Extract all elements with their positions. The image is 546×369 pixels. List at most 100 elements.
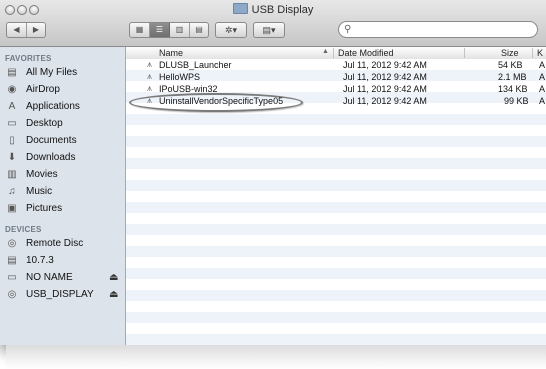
finder-window: USB Display ◀ ▶ ▦ ☰ ▥ ▤ ✲▾ ▤▾ ⚲ FAVORITE… xyxy=(0,0,546,345)
application-icon: ⩚ xyxy=(147,71,153,81)
file-name: DLUSB_Launcher xyxy=(159,60,232,70)
sidebar-item-desktop[interactable]: ▭ Desktop xyxy=(6,116,122,132)
file-date: Jul 11, 2012 9:42 AM xyxy=(343,60,427,70)
sidebar-item-label: Pictures xyxy=(26,203,63,214)
sidebar-item-applications[interactable]: A Applications xyxy=(6,99,122,115)
sidebar-item-airdrop[interactable]: ◉ AirDrop xyxy=(6,82,122,98)
sidebar-item-label: Downloads xyxy=(26,152,76,163)
arrange-menu-button[interactable]: ▤▾ xyxy=(253,22,285,38)
list-view-icon: ☰ xyxy=(155,25,164,34)
column-divider[interactable] xyxy=(333,48,334,58)
desktop-icon: ▭ xyxy=(7,118,17,129)
sidebar-item-label: USB_DISPLAY xyxy=(26,289,94,300)
arrange-icon: ▤▾ xyxy=(262,25,276,35)
disc-icon: ◎ xyxy=(7,289,17,300)
sidebar: FAVORITES ▤ All My Files ◉ AirDrop A App… xyxy=(0,47,126,345)
view-mode-control: ▦ ☰ ▥ ▤ xyxy=(129,22,209,38)
sidebar-item-label: Remote Disc xyxy=(26,238,84,249)
file-list: Name ▲ Date Modified Size K ⩚ DLUSB_Laun… xyxy=(126,47,546,345)
cover-flow-icon: ▤ xyxy=(195,25,203,34)
movies-icon: ▥ xyxy=(7,169,17,180)
sidebar-item-label: Music xyxy=(26,186,53,197)
documents-icon: ▯ xyxy=(9,135,15,146)
applications-icon: A xyxy=(8,101,16,112)
sidebar-item-10-7-3[interactable]: ▤ 10.7.3 xyxy=(6,253,122,269)
folder-icon xyxy=(232,3,248,14)
sidebar-item-label: Applications xyxy=(26,101,80,112)
sidebar-item-label: All My Files xyxy=(26,67,78,78)
file-date: Jul 11, 2012 9:42 AM xyxy=(343,72,427,82)
downloads-icon: ⬇ xyxy=(7,152,17,163)
column-header-date[interactable]: Date Modified xyxy=(338,48,394,58)
column-divider[interactable] xyxy=(532,48,533,58)
music-icon: ♫ xyxy=(8,186,16,197)
file-kind: A xyxy=(539,60,546,70)
sidebar-item-pictures[interactable]: ▣ Pictures xyxy=(6,201,122,217)
icon-view-icon: ▦ xyxy=(135,25,144,34)
sidebar-item-documents[interactable]: ▯ Documents xyxy=(6,133,122,149)
sort-ascending-icon: ▲ xyxy=(322,48,329,55)
file-name: HelloWPS xyxy=(159,72,201,82)
forward-button[interactable]: ▶ xyxy=(27,23,45,37)
list-view-button[interactable]: ☰ xyxy=(150,23,170,37)
sidebar-item-label: Documents xyxy=(26,135,77,146)
sidebar-item-all-my-files[interactable]: ▤ All My Files xyxy=(6,65,122,81)
drive-icon: ▭ xyxy=(7,272,17,283)
sidebar-item-label: Movies xyxy=(26,169,58,180)
file-row[interactable]: ⩚ DLUSB_Launcher Jul 11, 2012 9:42 AM 54… xyxy=(126,60,546,71)
eject-icon[interactable]: ⏏ xyxy=(109,287,118,303)
icon-view-button[interactable]: ▦ xyxy=(130,23,150,37)
sidebar-heading-devices: DEVICES xyxy=(5,225,42,234)
sidebar-item-label: 10.7.3 xyxy=(26,255,54,266)
sidebar-heading-favorites: FAVORITES xyxy=(5,54,52,63)
column-header-size[interactable]: Size xyxy=(501,48,519,58)
pictures-icon: ▣ xyxy=(7,203,17,214)
title-bar: USB Display ◀ ▶ ▦ ☰ ▥ ▤ ✲▾ ▤▾ ⚲ xyxy=(0,0,546,47)
column-header-kind[interactable]: K xyxy=(537,48,543,58)
chevron-right-icon: ▶ xyxy=(32,25,40,34)
sidebar-item-downloads[interactable]: ⬇ Downloads xyxy=(6,150,122,166)
application-icon: ⩚ xyxy=(147,59,153,69)
sidebar-item-label: Desktop xyxy=(26,118,63,129)
gear-icon: ✲▾ xyxy=(224,25,238,35)
search-input[interactable] xyxy=(355,23,530,36)
file-size: 99 KB xyxy=(504,96,529,106)
column-header-name[interactable]: Name xyxy=(159,48,183,58)
sidebar-item-label: NO NAME xyxy=(26,272,73,283)
sidebar-item-usb-display[interactable]: ◎ USB_DISPLAY ⏏ xyxy=(6,287,122,303)
highlight-oval xyxy=(129,93,303,112)
column-view-button[interactable]: ▥ xyxy=(170,23,190,37)
file-kind: A xyxy=(539,96,546,106)
file-kind: A xyxy=(539,84,546,94)
window-title-group: USB Display xyxy=(0,3,546,16)
file-date: Jul 11, 2012 9:42 AM xyxy=(343,84,427,94)
disc-icon: ◎ xyxy=(7,238,17,249)
file-row[interactable]: ⩚ HelloWPS Jul 11, 2012 9:42 AM 2.1 MB A xyxy=(126,72,546,83)
action-menu-button[interactable]: ✲▾ xyxy=(215,22,247,38)
cover-flow-button[interactable]: ▤ xyxy=(190,23,208,37)
sidebar-item-label: AirDrop xyxy=(26,84,60,95)
airdrop-icon: ◉ xyxy=(7,84,17,95)
search-icon: ⚲ xyxy=(344,24,352,35)
eject-icon[interactable]: ⏏ xyxy=(109,270,118,286)
file-size: 2.1 MB xyxy=(498,72,527,82)
application-icon: ⩚ xyxy=(147,83,153,93)
chevron-left-icon: ◀ xyxy=(13,25,20,34)
sidebar-item-music[interactable]: ♫ Music xyxy=(6,184,122,200)
disk-icon: ▤ xyxy=(7,255,17,266)
window-title: USB Display xyxy=(251,4,314,16)
search-field[interactable]: ⚲ xyxy=(338,21,538,38)
sidebar-item-remote-disc[interactable]: ◎ Remote Disc xyxy=(6,236,122,252)
file-size: 54 KB xyxy=(498,60,523,70)
sidebar-item-movies[interactable]: ▥ Movies xyxy=(6,167,122,183)
column-divider[interactable] xyxy=(464,48,465,58)
back-button[interactable]: ◀ xyxy=(7,23,27,37)
sidebar-item-no-name[interactable]: ▭ NO NAME ⏏ xyxy=(6,270,122,286)
file-kind: A xyxy=(539,72,546,82)
files-icon: ▤ xyxy=(7,67,17,78)
file-size: 134 KB xyxy=(498,84,528,94)
back-forward-control: ◀ ▶ xyxy=(6,22,46,38)
column-view-icon: ▥ xyxy=(175,25,184,34)
file-date: Jul 11, 2012 9:42 AM xyxy=(343,96,427,106)
window-shadow xyxy=(6,345,546,369)
